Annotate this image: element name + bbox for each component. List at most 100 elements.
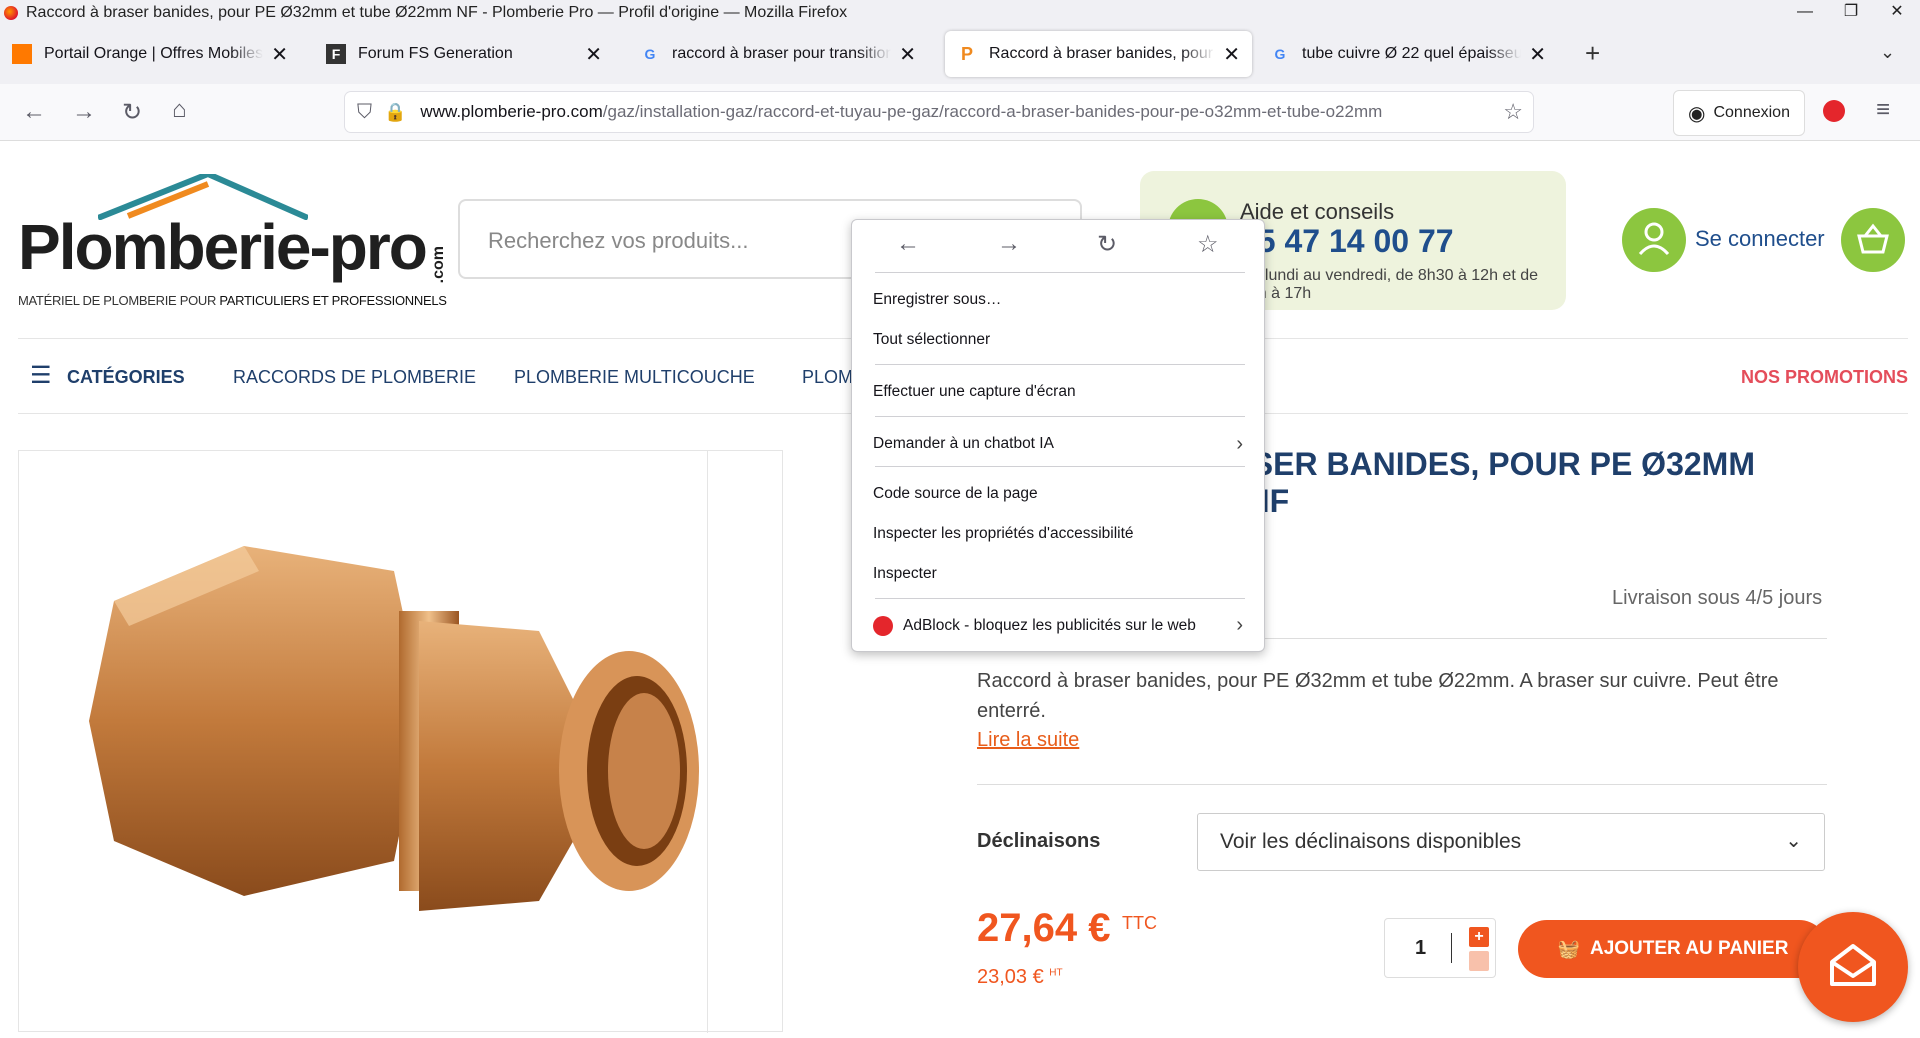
close-tab-icon[interactable]: ✕ bbox=[1529, 42, 1546, 67]
lock-icon[interactable]: 🔒 bbox=[384, 102, 406, 123]
tab-title: raccord à braser pour transition pe bbox=[672, 45, 892, 62]
product-image[interactable] bbox=[19, 451, 708, 1033]
minimize-button[interactable]: — bbox=[1782, 0, 1828, 26]
text-cursor bbox=[1451, 933, 1452, 963]
menu-item-screenshot[interactable]: Effectuer une capture d'écran bbox=[873, 383, 1243, 401]
categories-menu[interactable]: CATÉGORIES bbox=[67, 367, 185, 388]
window-titlebar: Raccord à braser banides, pour PE Ø32mm … bbox=[0, 0, 1920, 26]
context-forward-icon[interactable]: → bbox=[997, 230, 1021, 258]
tracking-shield-icon[interactable]: ⛉ bbox=[357, 101, 372, 124]
tab-title: Forum FS Generation bbox=[358, 45, 513, 62]
read-more-link[interactable]: Lire la suite bbox=[977, 729, 1079, 752]
menu-item-view-source[interactable]: Code source de la page bbox=[873, 485, 1243, 503]
account-button[interactable]: ◉ Connexion bbox=[1673, 90, 1805, 136]
delivery-info: Livraison sous 4/5 jours bbox=[1612, 587, 1823, 609]
adblock-extension-icon[interactable] bbox=[1823, 100, 1845, 122]
site-tagline: MATÉRIEL DE PLOMBERIE POUR PARTICULIERS … bbox=[18, 293, 447, 308]
menu-item-select-all[interactable]: Tout sélectionner bbox=[873, 331, 1243, 349]
add-to-cart-button[interactable]: 🧺 AJOUTER AU PANIER bbox=[1518, 920, 1828, 978]
product-description: Raccord à braser banides, pour PE Ø32mm … bbox=[977, 670, 1779, 722]
menu-item-adblock[interactable]: AdBlock - bloquez les publicités sur le … bbox=[873, 614, 1243, 636]
quantity-stepper[interactable]: 1 + bbox=[1384, 918, 1496, 978]
home-icon[interactable]: ⌂ bbox=[172, 96, 187, 124]
menu-item-save-as[interactable]: Enregistrer sous… bbox=[873, 291, 1243, 309]
price-ht-value: 23,03 € bbox=[977, 966, 1044, 988]
tab-orange[interactable]: Portail Orange | Offres Mobiles, Int ✕ bbox=[0, 31, 300, 77]
context-bookmark-icon[interactable]: ☆ bbox=[1197, 230, 1219, 259]
login-link[interactable]: Se connecter bbox=[1695, 226, 1825, 252]
menu-separator bbox=[875, 364, 1245, 365]
user-glyph bbox=[1638, 222, 1670, 256]
bookmark-star-icon[interactable]: ☆ bbox=[1503, 99, 1523, 125]
product-image-frame bbox=[18, 450, 783, 1033]
tab-title: Raccord à braser banides, pour PE bbox=[989, 45, 1216, 62]
menu-separator bbox=[875, 272, 1245, 273]
url-host: www.plomberie-pro.com bbox=[420, 102, 603, 121]
app-menu-icon[interactable]: ≡ bbox=[1876, 96, 1890, 124]
tab-fs-generation[interactable]: F Forum FS Generation ✕ bbox=[314, 31, 614, 77]
restore-button[interactable]: ❐ bbox=[1828, 0, 1874, 26]
google-icon: G bbox=[644, 46, 656, 62]
close-window-button[interactable]: ✕ bbox=[1874, 0, 1920, 26]
new-tab-button[interactable]: + bbox=[1585, 38, 1600, 69]
forward-arrow-icon[interactable]: → bbox=[72, 98, 96, 126]
hamburger-icon[interactable]: ☰ bbox=[30, 361, 52, 390]
contact-mail-button[interactable] bbox=[1798, 912, 1908, 1022]
context-back-icon[interactable]: ← bbox=[896, 230, 920, 258]
menu-item-ask-chatbot[interactable]: Demander à un chatbot IA › bbox=[873, 433, 1243, 455]
tab-google-search-1[interactable]: G raccord à braser pour transition pe ✕ bbox=[628, 31, 928, 77]
account-icon: ◉ bbox=[1688, 102, 1706, 125]
tagline-strong: PARTICULIERS ET PROFESSIONNELS bbox=[219, 293, 447, 308]
reload-icon[interactable]: ↻ bbox=[122, 98, 142, 127]
tab-plomberie-pro[interactable]: P Raccord à braser banides, pour PE ✕ bbox=[945, 31, 1252, 77]
chevron-down-icon: ⌄ bbox=[1785, 830, 1802, 852]
menu-item-inspect[interactable]: Inspecter bbox=[873, 565, 1243, 583]
close-tab-icon[interactable]: ✕ bbox=[271, 42, 288, 67]
user-icon[interactable] bbox=[1622, 208, 1686, 272]
price-ht-label: HT bbox=[1049, 967, 1063, 979]
tab-google-search-2[interactable]: G tube cuivre Ø 22 quel épaisseur - G ✕ bbox=[1258, 31, 1558, 77]
mail-icon bbox=[1830, 944, 1876, 986]
close-tab-icon[interactable]: ✕ bbox=[1223, 42, 1240, 67]
tab-title: Portail Orange | Offres Mobiles, Int bbox=[44, 45, 264, 62]
close-tab-icon[interactable]: ✕ bbox=[585, 42, 602, 67]
google-icon: G bbox=[1274, 46, 1286, 62]
tagline-part: MATÉRIEL DE PLOMBERIE POUR bbox=[18, 293, 220, 308]
url-bar[interactable]: ⛉ 🔒 www.plomberie-pro.com /gaz/installat… bbox=[345, 92, 1533, 132]
context-reload-icon[interactable]: ↻ bbox=[1097, 230, 1117, 259]
price-ttc: 27,64 € bbox=[977, 906, 1111, 950]
close-tab-icon[interactable]: ✕ bbox=[899, 42, 916, 67]
quantity-increase-button[interactable]: + bbox=[1469, 927, 1489, 947]
plomberie-pro-icon: P bbox=[960, 43, 973, 64]
menu-item-label: Demander à un chatbot IA bbox=[873, 435, 1054, 452]
chevron-right-icon: › bbox=[1236, 433, 1243, 455]
context-menu: ← → ↻ ☆ Enregistrer sous… Tout sélection… bbox=[851, 219, 1265, 652]
divider bbox=[977, 784, 1827, 785]
menu-separator bbox=[875, 416, 1245, 417]
logo-com: .com bbox=[430, 246, 448, 284]
firefox-logo-icon bbox=[4, 6, 18, 20]
nav-plomberie-multicouche[interactable]: PLOMBERIE MULTICOUCHE bbox=[514, 367, 755, 388]
menu-item-inspect-accessibility[interactable]: Inspecter les propriétés d'accessibilité bbox=[873, 525, 1243, 543]
chevron-right-icon: › bbox=[1236, 614, 1243, 636]
quantity-input[interactable]: 1 bbox=[1415, 937, 1426, 960]
help-phone[interactable]: 05 47 14 00 77 bbox=[1240, 223, 1454, 260]
window-title: Raccord à braser banides, pour PE Ø32mm … bbox=[26, 4, 848, 21]
menu-item-label: AdBlock - bloquez les publicités sur le … bbox=[903, 617, 1196, 635]
basket-icon[interactable] bbox=[1841, 208, 1905, 272]
nav-promotions[interactable]: NOS PROMOTIONS bbox=[1741, 367, 1908, 388]
variants-label: Déclinaisons bbox=[977, 830, 1101, 852]
orange-icon bbox=[12, 44, 32, 64]
back-arrow-icon[interactable]: ← bbox=[22, 98, 46, 126]
variants-select[interactable]: Voir les déclinaisons disponibles ⌄ bbox=[1197, 813, 1825, 871]
window-controls: — ❐ ✕ bbox=[1782, 0, 1920, 26]
list-all-tabs-button[interactable]: ⌄ bbox=[1880, 42, 1895, 63]
variants-select-value: Voir les déclinaisons disponibles bbox=[1220, 830, 1522, 853]
add-to-cart-label: AJOUTER AU PANIER bbox=[1589, 938, 1789, 959]
help-hours: Du lundi au vendredi, de 8h30 à 12h et d… bbox=[1240, 267, 1539, 302]
quantity-decrease-button[interactable] bbox=[1469, 951, 1489, 971]
logo-wordmark: Plomberie-pro bbox=[18, 211, 428, 283]
adblock-icon bbox=[873, 616, 893, 636]
basket-glyph bbox=[1857, 223, 1889, 254]
nav-raccords-plomberie[interactable]: RACCORDS DE PLOMBERIE bbox=[233, 367, 476, 388]
